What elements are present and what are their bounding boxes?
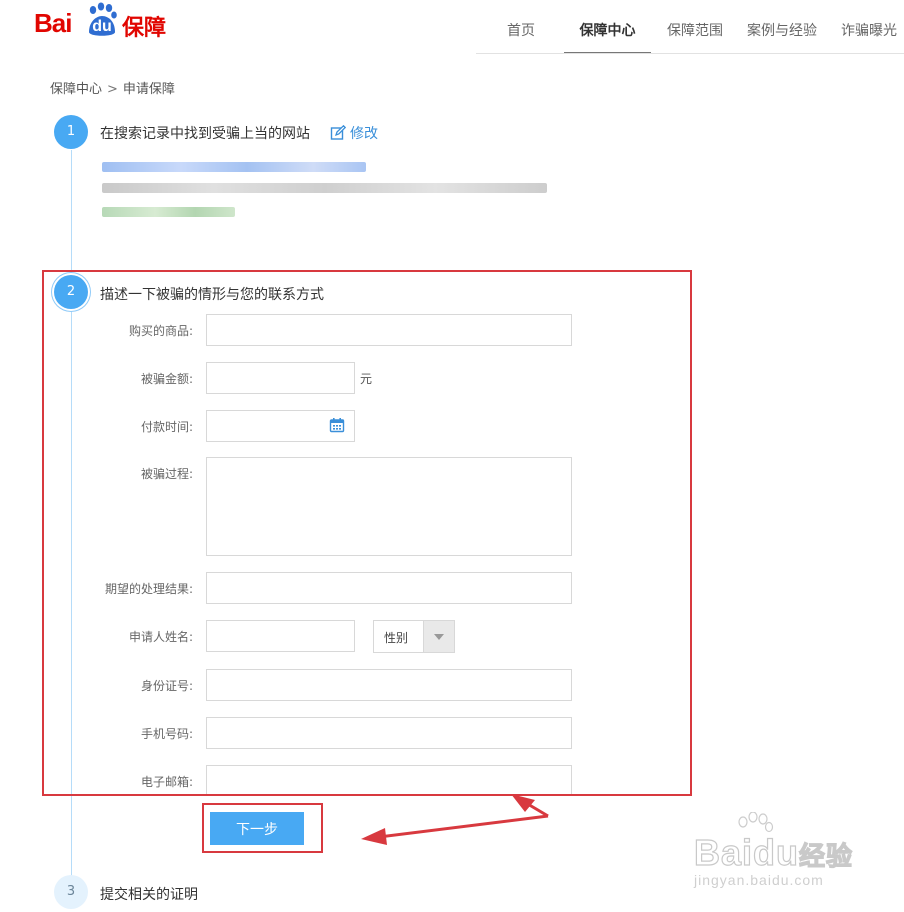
blurred-site-description xyxy=(102,183,547,193)
nav-item-home[interactable]: 首页 xyxy=(490,0,552,54)
step-1-title: 在搜索记录中找到受骗上当的网站 xyxy=(100,126,310,142)
nav-item-protection-scope[interactable]: 保障范围 xyxy=(660,0,730,54)
baidu-jingyan-watermark: Baidu经验 jingyan.baidu.com xyxy=(690,812,870,892)
edit-label: 修改 xyxy=(350,126,378,142)
watermark-url: jingyan.baidu.com xyxy=(694,872,824,888)
nav-item-fraud-exposure[interactable]: 诈骗曝光 xyxy=(834,0,904,54)
breadcrumb: 保障中心 > 申请保障 xyxy=(50,78,175,97)
logo-bai-text: Bai xyxy=(34,8,72,38)
breadcrumb-current: 申请保障 xyxy=(122,82,175,97)
breadcrumb-parent[interactable]: 保障中心 xyxy=(50,82,102,97)
nav-item-cases[interactable]: 案例与经验 xyxy=(740,0,824,54)
baidu-baozhang-logo[interactable]: Bai du 保障 xyxy=(34,2,184,41)
step-1-badge: 1 xyxy=(54,115,88,149)
step-3-badge: 3 xyxy=(54,875,88,909)
nav-divider xyxy=(476,53,904,54)
nav-item-protection-center[interactable]: 保障中心 xyxy=(564,0,651,54)
step-3-title: 提交相关的证明 xyxy=(100,887,198,903)
next-step-button[interactable]: 下一步 xyxy=(210,812,304,845)
watermark-brand: Baidu经验 xyxy=(693,831,854,873)
form-highlight-box xyxy=(42,270,692,796)
blurred-site-title xyxy=(102,162,366,172)
breadcrumb-separator: > xyxy=(107,82,118,97)
edit-icon xyxy=(330,124,347,140)
annotation-arrows xyxy=(361,794,549,845)
logo-du-text: du xyxy=(92,18,112,35)
edit-link[interactable]: 修改 xyxy=(330,123,378,143)
blurred-site-url xyxy=(102,207,235,217)
logo-suffix: 保障 xyxy=(122,16,167,41)
paw-logo-icon: du xyxy=(84,2,120,38)
